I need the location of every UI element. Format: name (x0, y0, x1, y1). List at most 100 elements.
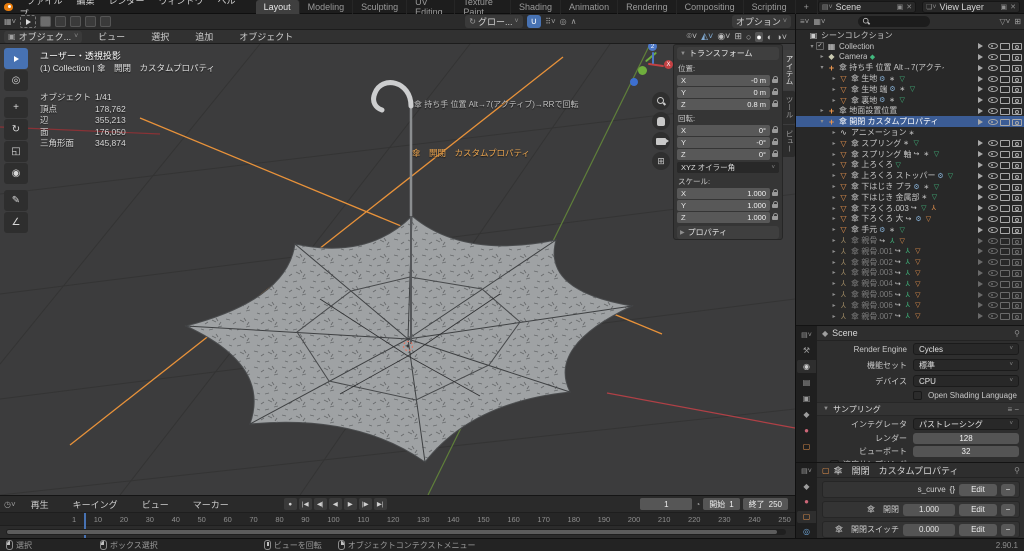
disable-render-camera-icon[interactable] (1012, 203, 1022, 213)
outliner-row[interactable]: ▸ 傘 スプリング (796, 138, 1024, 149)
xray-toggle-icon[interactable]: ⊞ (734, 31, 742, 42)
location-field[interactable]: Z0.8 m (677, 99, 770, 110)
disable-viewport-icon[interactable] (1000, 106, 1010, 116)
lock-icon[interactable] (772, 201, 779, 210)
disable-render-camera-icon[interactable] (1012, 63, 1022, 73)
disable-render-camera-icon[interactable] (1012, 95, 1022, 105)
disable-viewport-icon[interactable] (1000, 236, 1010, 246)
outliner-row[interactable]: ▸ 傘 親骨.007 (796, 311, 1024, 322)
selectable-toggle-icon[interactable] (976, 149, 986, 159)
current-frame-field[interactable]: 1 (640, 498, 692, 510)
hide-viewport-eye-icon[interactable] (988, 182, 998, 192)
hide-viewport-eye-icon[interactable] (988, 74, 998, 84)
selectable-toggle-icon[interactable] (976, 171, 986, 181)
expander-icon[interactable]: ▸ (830, 172, 838, 179)
hide-viewport-eye-icon[interactable] (988, 138, 998, 148)
outliner-row[interactable]: ▸ 傘 生地 (796, 73, 1024, 84)
collection-checkbox[interactable] (816, 42, 824, 50)
disable-viewport-icon[interactable] (1000, 182, 1010, 192)
selectable-toggle-icon[interactable] (976, 246, 986, 256)
viewport-canvas[interactable]: ◎ + ↻ ◱ ◉ ✎ ∠ ユーザー・透視投影 (1) Collection |… (0, 44, 795, 495)
hide-viewport-eye-icon[interactable] (988, 300, 998, 310)
outliner-row[interactable]: ▾ 傘 開閉 カスタムプロパティ (796, 116, 1024, 127)
transform-tool[interactable]: ◉ (4, 163, 28, 184)
selectable-toggle-icon[interactable] (976, 203, 986, 213)
disable-render-camera-icon[interactable] (1012, 279, 1022, 289)
viewport-menu-item[interactable]: 追加 (188, 30, 220, 43)
disable-viewport-icon[interactable] (1000, 203, 1010, 213)
frame-end-field[interactable]: 終了250 (743, 498, 788, 510)
outliner-row[interactable]: ▸ 傘 上ろくろ ストッパー (796, 170, 1024, 181)
property-value-field[interactable]: 1.000 (903, 504, 955, 516)
disable-viewport-icon[interactable] (1000, 95, 1010, 105)
selectable-toggle-icon[interactable] (976, 84, 986, 94)
integrator-dropdown[interactable]: パストレーシング˅ (913, 418, 1019, 430)
lock-icon[interactable] (772, 189, 779, 198)
expander-icon[interactable]: ▸ (830, 237, 838, 244)
timeline-menu-item[interactable]: ビュー (135, 498, 176, 511)
disable-render-camera-icon[interactable] (1012, 300, 1022, 310)
sidebar-tab[interactable]: ビュー (783, 125, 795, 158)
options-dropdown[interactable]: オプション˅ (732, 15, 791, 28)
expander-icon[interactable]: ▸ (830, 97, 838, 104)
select-mode-subtract-icon[interactable] (70, 16, 81, 27)
selectable-toggle-icon[interactable] (976, 52, 986, 62)
filter-icon[interactable]: ▽˅ (999, 17, 1010, 26)
expander-icon[interactable]: ▸ (830, 291, 838, 298)
disable-render-camera-icon[interactable] (1012, 74, 1022, 84)
properties-tab[interactable] (797, 511, 816, 523)
workspace-tab[interactable]: Modeling (300, 0, 354, 14)
workspace-tab[interactable]: Compositing (677, 0, 744, 14)
snap-target-dropdown[interactable]: ⠿˅ (545, 17, 556, 26)
selectable-toggle-icon[interactable] (976, 225, 986, 235)
expander-icon[interactable]: ▸ (818, 107, 826, 114)
expander-icon[interactable]: ▾ (818, 64, 826, 71)
outliner-row[interactable]: ▸ 傘 親骨.003 (796, 268, 1024, 279)
lock-icon[interactable] (772, 88, 779, 97)
topbar-menu-item[interactable]: ファイル (19, 0, 69, 6)
disable-render-camera-icon[interactable] (1012, 149, 1022, 159)
disable-viewport-icon[interactable] (1000, 257, 1010, 267)
expander-icon[interactable]: ▾ (818, 118, 826, 125)
osl-checkbox[interactable] (913, 391, 922, 400)
zoom-button[interactable] (652, 92, 670, 110)
lock-icon[interactable] (772, 126, 779, 135)
rotation-mode-dropdown[interactable]: XYZ オイラー角˅ (677, 162, 779, 173)
expander-icon[interactable]: ▸ (830, 269, 838, 276)
workspace-tab[interactable]: Animation (561, 0, 618, 14)
outliner-row[interactable]: ▸ 傘 地面設置位置 (796, 106, 1024, 117)
expander-icon[interactable]: ▸ (830, 151, 838, 158)
topbar-menu-item[interactable]: レンダー (101, 0, 151, 6)
properties-editor-icon[interactable]: ▤˅ (798, 328, 815, 341)
hide-viewport-eye-icon[interactable] (988, 214, 998, 224)
hide-viewport-eye-icon[interactable] (988, 171, 998, 181)
edit-property-button[interactable]: Edit (959, 524, 997, 536)
disable-viewport-icon[interactable] (1000, 279, 1010, 289)
workspace-tab[interactable]: + (796, 0, 818, 14)
disable-render-camera-icon[interactable] (1012, 117, 1022, 127)
selectable-toggle-icon[interactable] (976, 236, 986, 246)
property-value-field[interactable]: {} (950, 484, 955, 496)
disable-render-camera-icon[interactable] (1012, 311, 1022, 321)
properties-tab[interactable] (798, 408, 815, 421)
selectable-toggle-icon[interactable] (976, 95, 986, 105)
disable-viewport-icon[interactable] (1000, 138, 1010, 148)
selectable-toggle-icon[interactable] (976, 214, 986, 224)
workspace-tab[interactable]: Scripting (744, 0, 796, 14)
sampling-panel-header[interactable]: ▼サンプリング≡ − (817, 402, 1024, 416)
workspace-tab[interactable]: Layout (256, 0, 300, 14)
disable-viewport-icon[interactable] (1000, 160, 1010, 170)
rotate-tool[interactable]: ↻ (4, 119, 28, 140)
hide-viewport-eye-icon[interactable] (988, 311, 998, 321)
selectable-toggle-icon[interactable] (976, 138, 986, 148)
expander-icon[interactable]: ▸ (830, 183, 838, 190)
selectable-toggle-icon[interactable] (976, 311, 986, 321)
outliner-row[interactable]: ▸ 傘 下はじき プラ (796, 181, 1024, 192)
selectable-toggle-icon[interactable] (976, 106, 986, 116)
property-value-field[interactable]: 0.000 (903, 524, 955, 536)
expander-icon[interactable]: ▸ (830, 226, 838, 233)
outliner-row[interactable]: ▾ Collection (796, 41, 1024, 52)
properties-tab[interactable] (798, 392, 815, 405)
selectable-toggle-icon[interactable] (976, 182, 986, 192)
lock-icon[interactable] (772, 150, 779, 159)
